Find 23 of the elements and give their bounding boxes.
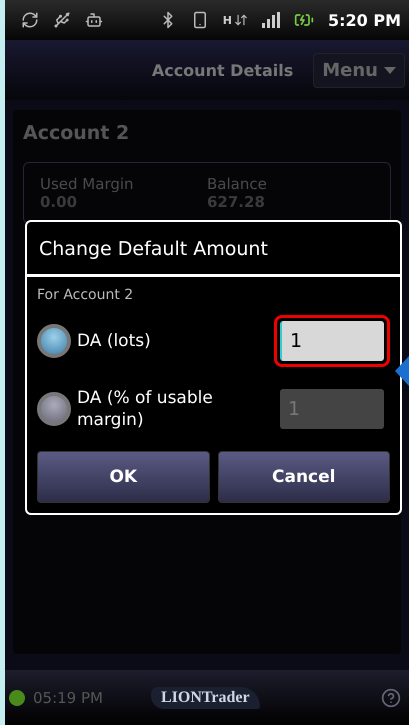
header-title: Account Details — [152, 60, 294, 80]
account-name: Account 2 — [23, 122, 130, 144]
option-label: DA (lots) — [77, 330, 152, 352]
dialog-subtitle: For Account 2 — [37, 287, 134, 303]
sync-icon — [21, 11, 39, 29]
clock: 5:20 PM — [328, 10, 401, 30]
amount-input[interactable]: 1 — [280, 321, 384, 361]
dialog-button[interactable]: Cancel — [218, 451, 390, 503]
field-label: Used Margin — [40, 175, 135, 193]
option-label: DA (% of usable margin) — [77, 387, 214, 431]
dialog-title: Change Default Amount — [27, 222, 400, 277]
dialog-button[interactable]: OK — [37, 451, 210, 503]
help-icon[interactable] — [381, 688, 401, 708]
data-arrows-icon — [234, 13, 248, 27]
footer-time: 05:19 PM — [33, 688, 103, 706]
robot-icon — [85, 11, 103, 29]
radio-button[interactable] — [37, 324, 71, 358]
caret-icon — [384, 66, 396, 74]
logo: LIONTrader — [150, 686, 260, 708]
field-label: Balance — [207, 175, 268, 193]
network-type: H — [222, 14, 232, 26]
usb-icon — [53, 11, 71, 29]
signal-icon — [262, 12, 280, 28]
